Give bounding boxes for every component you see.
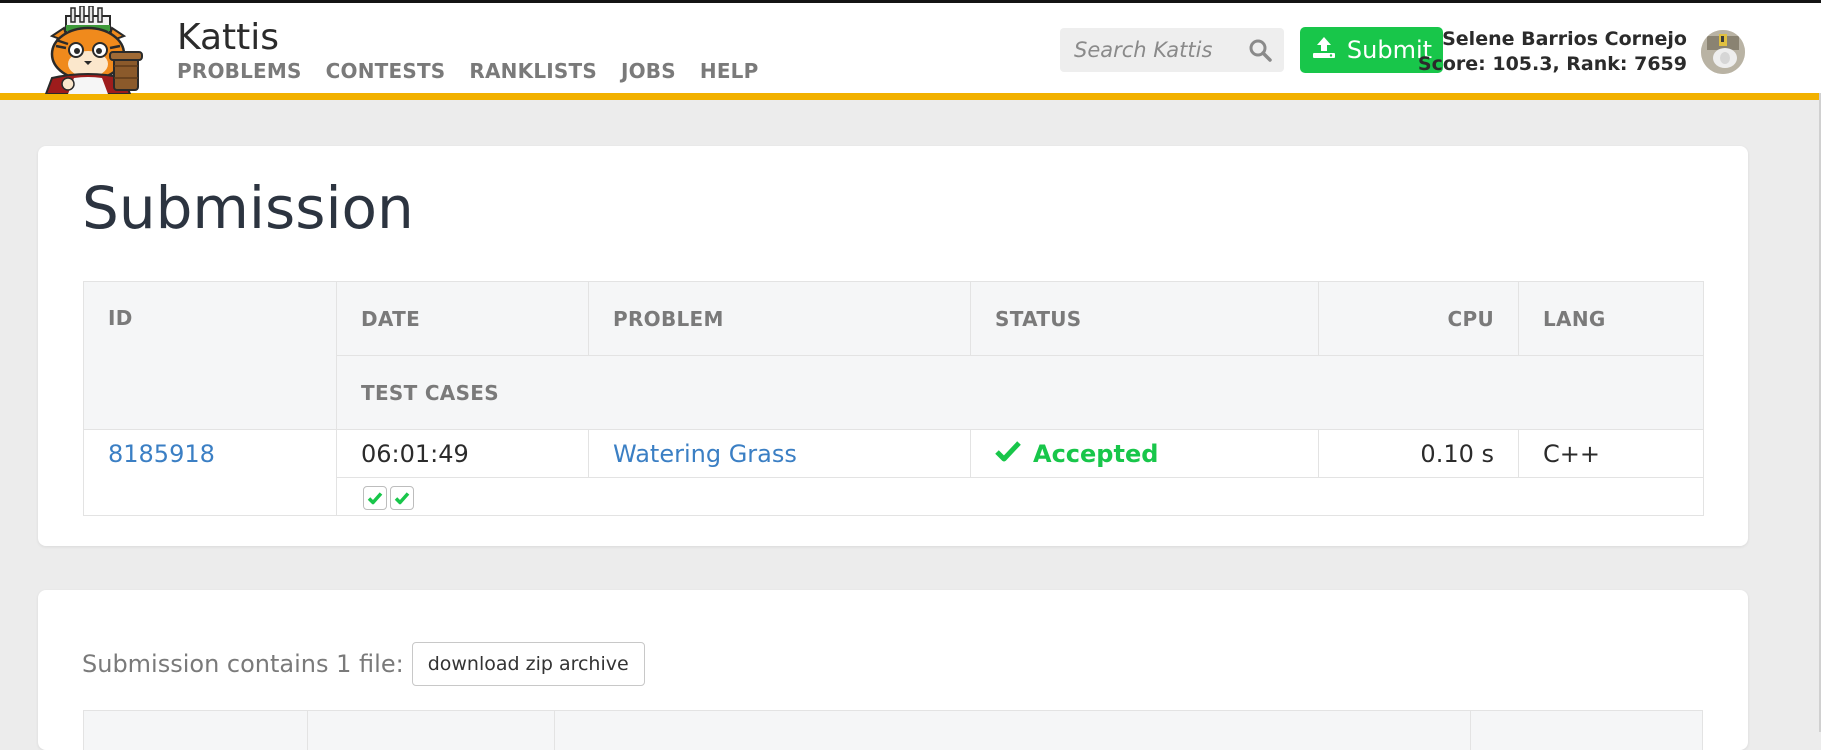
problem-link[interactable]: Watering Grass: [613, 440, 797, 468]
site-header: Kattis PROBLEMS CONTESTS RANKLISTS JOBS …: [0, 3, 1821, 100]
header-lang: LANG: [1518, 281, 1704, 356]
submission-id-link[interactable]: 8185918: [108, 440, 215, 468]
files-table: [83, 710, 1703, 750]
cell-id: 8185918: [83, 429, 337, 516]
checkmark-icon: [995, 440, 1021, 468]
submission-card: Submission ID DATE PROBLEM STATUS CPU LA…: [38, 146, 1748, 546]
header-problem: PROBLEM: [588, 281, 971, 356]
submission-table: ID DATE PROBLEM STATUS CPU LANG TEST CAS…: [83, 281, 1704, 516]
nav-contests[interactable]: CONTESTS: [326, 59, 446, 83]
kattis-cat-logo[interactable]: [38, 5, 158, 95]
cell-lang: C++: [1518, 429, 1704, 478]
test-case-2-passed-icon[interactable]: [390, 485, 414, 510]
user-name[interactable]: Selene Barrios Cornejo: [1418, 27, 1687, 52]
files-table-divider: [307, 711, 308, 750]
header-test-cases: TEST CASES: [336, 355, 1704, 430]
brand-name[interactable]: Kattis: [177, 17, 279, 58]
nav-ranklists[interactable]: RANKLISTS: [469, 59, 597, 83]
download-zip-button[interactable]: download zip archive: [411, 642, 645, 686]
avatar[interactable]: [1701, 30, 1745, 74]
main-nav: PROBLEMS CONTESTS RANKLISTS JOBS HELP: [177, 59, 758, 83]
search-box: [1060, 28, 1284, 72]
user-info[interactable]: Selene Barrios Cornejo Score: 105.3, Ran…: [1418, 27, 1687, 77]
cell-status: Accepted: [970, 429, 1319, 478]
test-cases-cell: [336, 477, 1704, 516]
table-row: 8185918 06:01:49 Watering Grass Accepted…: [83, 429, 1704, 516]
header-status: STATUS: [970, 281, 1319, 356]
search-icon[interactable]: [1248, 38, 1272, 66]
cell-date: 06:01:49: [336, 429, 589, 478]
user-score: Score: 105.3, Rank: 7659: [1417, 53, 1687, 75]
files-count-text: Submission contains 1 file:: [82, 650, 404, 678]
cell-problem: Watering Grass: [588, 429, 971, 478]
nav-problems[interactable]: PROBLEMS: [177, 59, 302, 83]
files-table-divider: [1470, 711, 1471, 750]
nav-help[interactable]: HELP: [700, 59, 759, 83]
files-line: Submission contains 1 file: download zip…: [82, 642, 645, 686]
search-input[interactable]: [1072, 37, 1246, 63]
page-title: Submission: [82, 174, 414, 242]
table-header-row: ID DATE PROBLEM STATUS CPU LANG: [83, 281, 1704, 430]
test-case-1-passed-icon[interactable]: [363, 485, 387, 510]
nav-jobs[interactable]: JOBS: [621, 59, 676, 83]
files-card: Submission contains 1 file: download zip…: [38, 590, 1748, 750]
status-badge: Accepted: [1033, 439, 1159, 468]
upload-icon: [1311, 35, 1337, 65]
files-table-divider: [554, 711, 555, 750]
header-id: ID: [83, 281, 337, 430]
header-cpu: CPU: [1318, 281, 1519, 356]
cell-cpu: 0.10 s: [1318, 429, 1519, 478]
header-date: DATE: [336, 281, 589, 356]
